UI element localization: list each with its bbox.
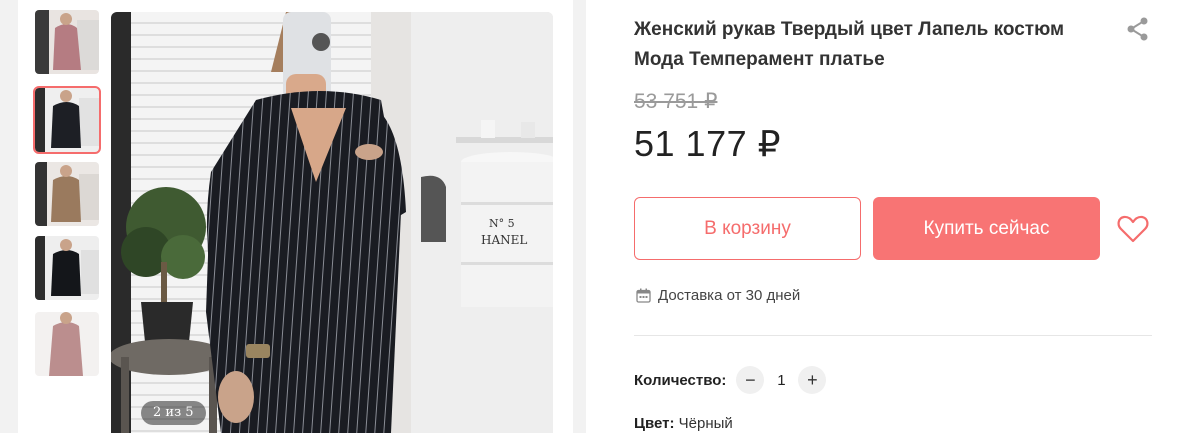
main-product-image[interactable]: N° 5 HANEL 2 из 5: [111, 12, 553, 433]
current-price: 51 177 ₽: [634, 123, 782, 164]
svg-text:HANEL: HANEL: [481, 233, 527, 247]
thumbnail-1[interactable]: [35, 10, 99, 74]
thumbnail-2[interactable]: [33, 86, 101, 154]
heart-icon[interactable]: [1116, 212, 1150, 246]
share-icon[interactable]: [1124, 15, 1152, 43]
delivery-text: Доставка от 30 дней: [658, 287, 801, 304]
quantity-value[interactable]: 1: [764, 372, 798, 389]
quantity-label: Количество:: [634, 371, 727, 389]
color-value: Чёрный: [678, 415, 733, 432]
thumbnail-5[interactable]: [35, 312, 99, 376]
product-info-panel: Женский рукав Твердый цвет Лапель костюм…: [586, 0, 1200, 433]
product-title: Женский рукав Твердый цвет Лапель костюм…: [634, 19, 1065, 70]
thumbnail-3[interactable]: [35, 162, 99, 226]
image-counter: 2 из 5: [141, 401, 206, 425]
quantity-decrease-button[interactable]: −: [736, 366, 765, 394]
color-label: Цвет:: [634, 415, 675, 432]
gallery-panel: N° 5 HANEL 2 из 5: [18, 0, 573, 433]
svg-text:N° 5: N° 5: [489, 217, 515, 230]
delivery-info: Доставка от 30 дней: [636, 287, 800, 304]
old-price: 53 751 ₽: [634, 90, 718, 113]
buy-now-button[interactable]: Купить сейчас: [873, 197, 1100, 260]
add-to-cart-button[interactable]: В корзину: [634, 197, 861, 260]
color-row: Цвет: Чёрный: [634, 415, 733, 432]
quantity-increase-button[interactable]: +: [798, 366, 827, 394]
calendar-icon: [636, 288, 651, 303]
thumbnail-4[interactable]: [35, 236, 99, 300]
quantity-stepper: Количество: − 1 +: [634, 366, 827, 394]
divider: [634, 335, 1152, 336]
